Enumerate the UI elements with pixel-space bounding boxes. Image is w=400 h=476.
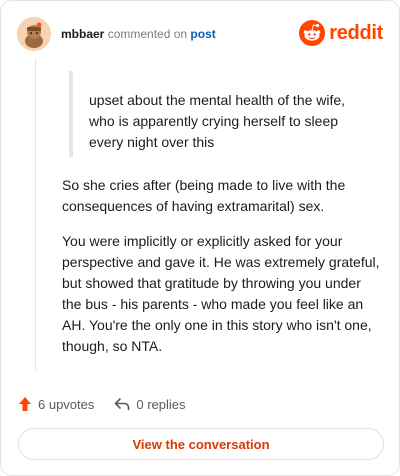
reddit-wordmark: reddit xyxy=(329,21,383,44)
thread-line xyxy=(35,59,36,371)
quoted-text: upset about the mental health of the wif… xyxy=(69,71,369,157)
reddit-snoo-icon xyxy=(299,20,326,46)
reddit-logo[interactable]: reddit xyxy=(299,19,383,47)
comment-footer: 6 upvotes 0 replies xyxy=(18,393,206,415)
upvotes-count: 6 upvotes xyxy=(38,396,95,412)
comment-paragraph-2: You were implicitly or explicitly asked … xyxy=(62,233,380,354)
comment-header: mbbaer commented on post reddit xyxy=(17,17,383,51)
comment-paragraph-1: So she cries after (being made to live w… xyxy=(62,177,346,214)
reply-arrow-icon xyxy=(115,398,130,411)
upvote-arrow-icon xyxy=(19,397,31,411)
comment-card: mbbaer commented on post reddit upset ab… xyxy=(0,0,400,476)
view-conversation-button[interactable]: View the conversation xyxy=(18,428,384,460)
upvotes-stat[interactable]: 6 upvotes xyxy=(18,396,94,412)
replies-count: 0 replies xyxy=(136,396,186,412)
username[interactable]: mbbaer xyxy=(61,27,104,41)
post-link[interactable]: post xyxy=(190,27,215,41)
user-avatar[interactable] xyxy=(17,17,51,51)
replies-stat[interactable]: 0 replies xyxy=(114,396,186,412)
comment-verb: commented on xyxy=(104,27,191,41)
comment-meta: mbbaer commented on post xyxy=(61,27,216,41)
